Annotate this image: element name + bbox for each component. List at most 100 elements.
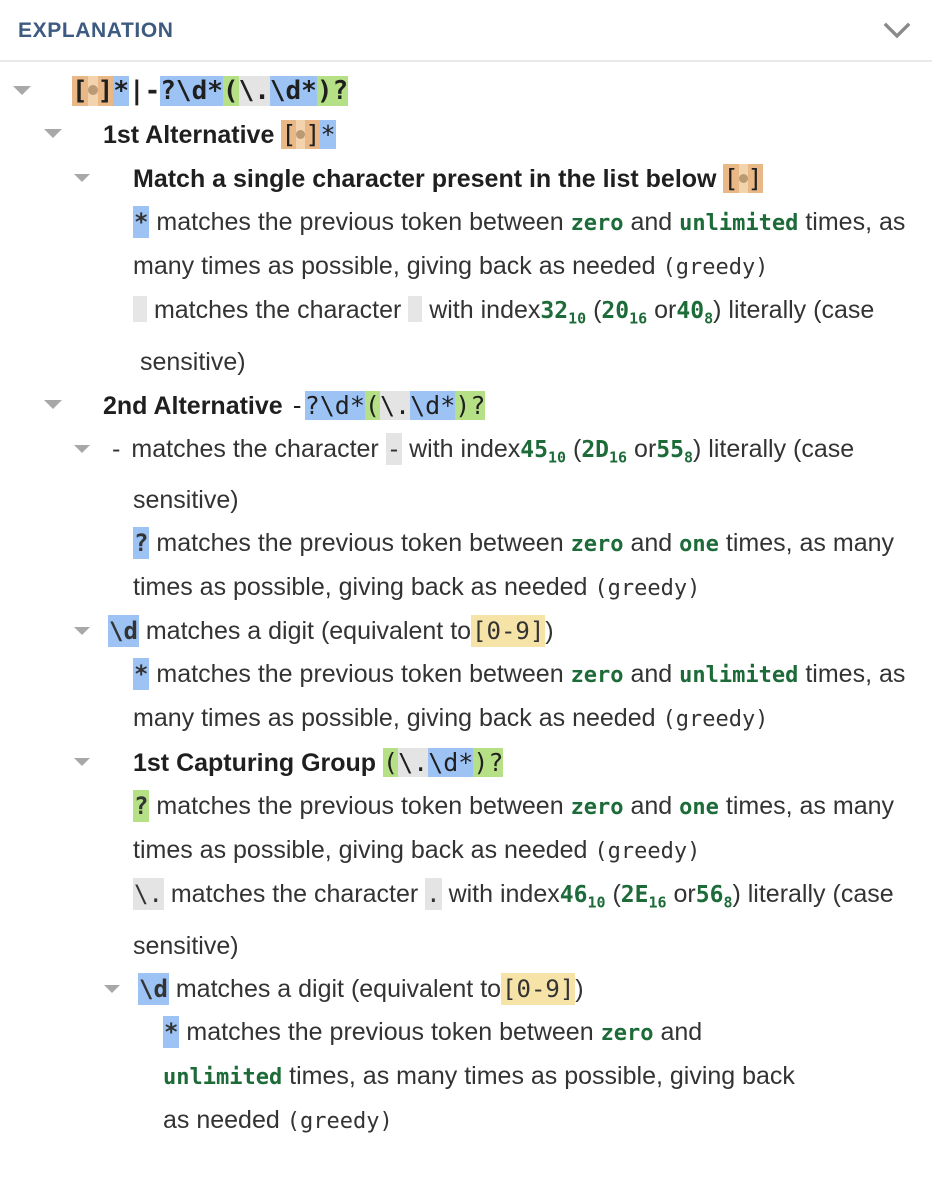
star-token: *	[133, 658, 150, 691]
dot-index-octal: 568	[695, 882, 733, 912]
space-index-decimal: 3210	[540, 298, 587, 328]
disclosure-triangle-icon[interactable]	[74, 174, 90, 182]
chevron-down-icon	[883, 22, 911, 40]
tree-node-first-alternative[interactable]: 1st Alternative []*	[0, 113, 932, 157]
optional-token: ?	[133, 790, 150, 823]
optional-and: and	[630, 529, 673, 558]
escaped-dot-token: \.	[133, 878, 164, 911]
optional-one-value: one	[679, 795, 719, 821]
dot-char-literal: .	[425, 878, 442, 911]
dash-char-literal: -	[385, 432, 403, 465]
optional-zero-value: zero	[570, 795, 624, 821]
dash-index-hex: 2D16	[581, 436, 628, 467]
first-alternative-label: 1st Alternative	[103, 121, 275, 149]
tree-node-digit-class-2[interactable]: \d matches a digit (equivalent to[0-9])	[0, 968, 932, 1011]
character-class-pattern: []	[723, 164, 763, 193]
digit-token: \d	[138, 972, 169, 1005]
optional-desc-a: matches the previous token between	[156, 792, 564, 821]
second-alternative-pattern: -?\d*(\.\d*)?	[289, 390, 486, 420]
optional-one-value: one	[679, 532, 719, 558]
capturing-group-pattern: (\.\d*)?	[383, 748, 504, 778]
disclosure-triangle-icon[interactable]	[104, 984, 120, 993]
digit-equivalent-class: [0-9]	[471, 615, 546, 648]
star-unlimited-value: unlimited	[679, 211, 799, 236]
dot-index-hex: 2E16	[620, 882, 667, 912]
dash-index-decimal: 4510	[520, 436, 567, 467]
tree-node-star-quantifier-desc-2: * matches the previous token between zer…	[0, 653, 932, 741]
digit-close-paren: )	[545, 617, 554, 646]
tree-node-capturing-group[interactable]: 1st Capturing Group (\.\d*)?	[0, 741, 932, 785]
capturing-group-label: 1st Capturing Group	[133, 749, 377, 778]
dash-withindex-text: with index	[409, 434, 521, 463]
tree-node-optional-quantifier-desc-1: ? matches the previous token between zer…	[0, 522, 932, 610]
dot-or-text: or	[673, 880, 696, 909]
disclosure-triangle-icon[interactable]	[74, 444, 90, 453]
tree-node-optional-quantifier-desc-2: ? matches the previous token between zer…	[0, 785, 932, 873]
first-alternative-pattern: []*	[281, 120, 336, 149]
tree-node-digit-class-1[interactable]: \d matches a digit (equivalent to[0-9])	[0, 610, 932, 653]
space-char-token	[133, 296, 147, 322]
disclosure-triangle-icon[interactable]	[74, 758, 90, 767]
star-and: and	[660, 1017, 703, 1046]
space-withindex-text: with index	[429, 296, 541, 324]
space-or-text: or	[654, 296, 677, 324]
disclosure-triangle-icon[interactable]	[74, 627, 90, 636]
star-and: and	[630, 208, 673, 236]
star-zero-value: zero	[570, 211, 624, 236]
tree-node-dot-literal: \. matches the character . with index461…	[133, 878, 894, 960]
optional-desc-a: matches the previous token between	[156, 529, 564, 558]
greedy-note: (greedy)	[286, 1108, 393, 1134]
disclosure-triangle-icon[interactable]	[44, 399, 62, 409]
digit-desc-text: matches a digit (equivalent to	[145, 617, 472, 646]
star-desc-a: matches the previous token between	[186, 1017, 594, 1046]
star-and: and	[630, 660, 673, 689]
second-alternative-label: 2nd Alternative	[103, 391, 283, 420]
tree-node-space-literal-desc: matches the character with index3210 (20…	[0, 289, 932, 384]
tree-node-second-alternative[interactable]: 2nd Alternative -?\d*(\.\d*)?	[0, 384, 932, 428]
optional-zero-value: zero	[570, 532, 624, 558]
star-zero-value: zero	[570, 663, 624, 689]
greedy-note: (greedy)	[594, 576, 701, 602]
disclosure-triangle-icon[interactable]	[13, 86, 31, 95]
tree-node-dash-literal[interactable]: - matches the character - with index4510…	[0, 428, 932, 523]
digit-token: \d	[108, 615, 139, 648]
character-class-label: Match a single character present in the …	[133, 165, 717, 193]
optional-token: ?	[133, 527, 150, 560]
optional-desc-b: times,	[725, 529, 793, 558]
tree-node-star-quantifier-desc: * matches the previous token between zer…	[0, 201, 932, 289]
dot-matches-text: matches the character	[170, 880, 419, 909]
greedy-note: (greedy)	[594, 839, 701, 865]
digit-equivalent-class: [0-9]	[501, 972, 576, 1005]
dash-matches-text: matches the character	[131, 434, 379, 463]
tree-node-root-pattern[interactable]: []*|-?\d*(\.\d*)?	[0, 70, 932, 113]
dash-index-octal: 558	[656, 436, 694, 467]
dash-or-text: or	[634, 434, 657, 463]
space-index-octal: 408	[676, 298, 714, 328]
star-desc-a: matches the previous token between	[156, 208, 564, 236]
star-zero-value: zero	[600, 1020, 654, 1046]
star-unlimited-value: unlimited	[163, 1064, 283, 1090]
optional-desc-b: times,	[725, 792, 793, 821]
star-unlimited-value: unlimited	[679, 663, 799, 689]
greedy-note: (greedy)	[662, 255, 769, 280]
greedy-note: (greedy)	[662, 707, 769, 733]
dot-withindex-text: with index	[448, 880, 560, 909]
page-title: EXPLANATION	[18, 19, 174, 42]
digit-desc-text: matches a digit (equivalent to	[175, 974, 502, 1003]
tree-node-star-quantifier-desc-3: * matches the previous token between zer…	[0, 1011, 932, 1143]
star-desc-a: matches the previous token between	[156, 660, 564, 689]
root-pattern: []*|-?\d*(\.\d*)?	[72, 76, 349, 106]
space-index-hex: 2016	[601, 298, 648, 328]
dash-token: -	[109, 434, 124, 463]
tree-node-character-class[interactable]: Match a single character present in the …	[0, 157, 932, 201]
disclosure-triangle-icon[interactable]	[44, 129, 62, 138]
optional-and: and	[630, 792, 673, 821]
star-token: *	[133, 206, 150, 238]
digit-close-paren: )	[575, 974, 584, 1003]
dot-index-decimal: 4610	[559, 882, 606, 912]
space-char-literal	[408, 296, 423, 322]
star-token: *	[163, 1015, 180, 1048]
space-matches-text: matches the character	[153, 296, 402, 324]
collapse-panel-button[interactable]	[880, 16, 914, 46]
explanation-tree: []*|-?\d*(\.\d*)? 1st Alternative []* Ma…	[0, 62, 932, 1143]
